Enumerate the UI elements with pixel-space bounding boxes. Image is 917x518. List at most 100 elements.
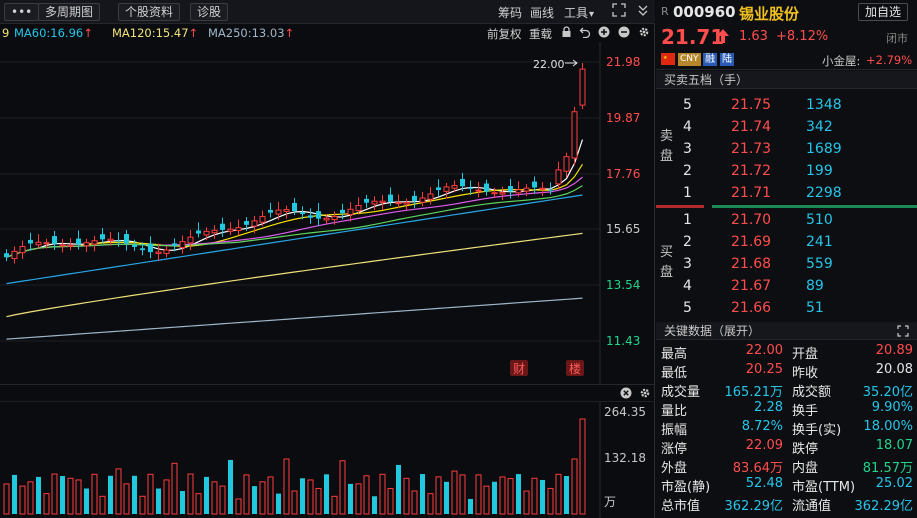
key-data-label: 最低 xyxy=(661,366,688,381)
connect-tag: 陆 xyxy=(720,53,734,66)
lock-icon[interactable] xyxy=(561,26,572,41)
draw-line-button[interactable]: 画线 xyxy=(530,4,554,21)
key-data-row: 成交量 165.21万 成交额 35.20亿 xyxy=(656,380,917,400)
close-icon[interactable] xyxy=(620,387,632,402)
volume-bar xyxy=(300,478,305,514)
candle-body xyxy=(563,156,570,172)
key-data-title[interactable]: 关键数据（展开） xyxy=(656,322,917,340)
volume-bar xyxy=(171,462,178,515)
candle-body xyxy=(28,239,33,244)
candle-body xyxy=(388,194,393,202)
key-data-label: 市盈(TTM) xyxy=(792,480,856,495)
sell-row-5[interactable]: 5 21.75 1348 xyxy=(656,94,917,116)
add-watchlist-button[interactable]: 加自选 xyxy=(858,3,909,21)
buy-row-5[interactable]: 5 21.66 51 xyxy=(656,297,917,319)
candle-body xyxy=(419,197,426,203)
price-tick-3: 15.65 xyxy=(606,222,640,236)
ma120-label: MA120:15.47↑ xyxy=(112,26,199,40)
buy-row-2[interactable]: 2 21.69 241 xyxy=(656,231,917,253)
volume-bar xyxy=(60,476,65,514)
high-marker-label: 22.00 xyxy=(533,58,565,71)
kline-chart-area[interactable]: ••• 多周期图 个股资料 诊股 筹码 画线 工具▾ 9 MA60:16.96↑… xyxy=(0,0,655,518)
orderbook-title[interactable]: 买卖五档（手） xyxy=(656,71,917,89)
candle-body xyxy=(475,189,482,192)
reload-button[interactable]: 重载 xyxy=(529,26,552,42)
zoom-in-icon[interactable] xyxy=(598,26,610,41)
ma60-label: MA60:16.96↑ xyxy=(14,26,93,40)
candle-body xyxy=(436,187,441,191)
tools-menu[interactable]: 工具▾ xyxy=(564,4,594,21)
forward-adjust-button[interactable]: 前复权 xyxy=(487,26,522,42)
zoom-out-icon[interactable] xyxy=(618,26,630,41)
price-tick-2: 17.76 xyxy=(606,167,640,181)
sell-row-1[interactable]: 1 21.71 2298 xyxy=(656,182,917,204)
sell-row-4[interactable]: 4 21.74 342 xyxy=(656,116,917,138)
fullscreen-icon[interactable] xyxy=(612,3,626,21)
sell-row-3[interactable]: 3 21.73 1689 xyxy=(656,138,917,160)
diagnose-button[interactable]: 诊股 xyxy=(190,3,229,21)
key-data-label: 成交量 xyxy=(661,385,701,400)
sell-row-2[interactable]: 2 21.72 199 xyxy=(656,160,917,182)
candle-body xyxy=(124,234,129,244)
key-data-row: 市盈(静) 52.48 市盈(TTM) 25.02 xyxy=(656,475,917,495)
candle-body xyxy=(491,192,498,195)
candle-body xyxy=(316,211,321,219)
candle-body xyxy=(35,241,42,246)
candle-body xyxy=(4,253,9,258)
expand-icon[interactable] xyxy=(897,324,909,342)
volume-bar xyxy=(115,468,122,515)
candle-body xyxy=(308,215,313,218)
key-data-value: 35.20亿 xyxy=(862,385,913,400)
buy-row-1[interactable]: 1 21.70 510 xyxy=(656,209,917,231)
key-data-value: 83.64万 xyxy=(732,461,783,476)
key-data-value: 22.09 xyxy=(745,438,783,453)
ma-lines xyxy=(6,139,584,340)
market-tag: R xyxy=(661,5,669,18)
candle-body xyxy=(460,178,465,187)
stock-name[interactable]: 锡业股份 xyxy=(739,3,799,24)
key-data-label: 昨收 xyxy=(792,366,819,381)
key-data-grid: 最高 22.00 开盘 20.89 最低 20.25 昨收 20.08 成交量 165.21万 成交… xyxy=(656,342,917,518)
candle-body xyxy=(132,244,137,247)
key-data-row: 振幅 8.72% 换手(实) 18.00% xyxy=(656,418,917,438)
candle-body xyxy=(116,240,121,242)
multi-period-button[interactable]: 多周期图 xyxy=(38,3,101,21)
volume-bar xyxy=(123,483,130,515)
candle-body xyxy=(172,243,177,247)
price-tick-4: 13.54 xyxy=(606,278,640,292)
volume-bar xyxy=(187,473,194,515)
candle-body xyxy=(523,187,530,192)
collapse-icon[interactable] xyxy=(636,3,650,21)
chips-button[interactable]: 筹码 xyxy=(498,4,522,21)
undo-icon[interactable] xyxy=(579,26,591,41)
key-data-value: 362.29亿 xyxy=(854,499,914,514)
settings-gear-icon[interactable] xyxy=(638,26,650,41)
buy-row-3[interactable]: 3 21.68 559 xyxy=(656,253,917,275)
volume-bar xyxy=(36,476,41,514)
volume-bar xyxy=(259,481,266,515)
key-data-label: 最高 xyxy=(661,347,688,362)
key-data-row: 量比 2.28 换手 9.90% xyxy=(656,399,917,419)
candle-body xyxy=(515,189,522,194)
volume-settings-icon[interactable] xyxy=(639,387,651,402)
key-data-value: 362.29亿 xyxy=(724,499,784,514)
volume-bar xyxy=(91,473,98,515)
volume-panel[interactable]: 264.35 132.18 万 xyxy=(0,384,655,518)
volume-bar xyxy=(403,477,410,515)
volume-bar xyxy=(355,483,362,515)
buy-row-4[interactable]: 4 21.67 89 xyxy=(656,275,917,297)
candlestick-chart[interactable]: 21.98 19.87 17.76 15.65 13.54 11.43 22.0… xyxy=(0,42,655,384)
more-button[interactable]: ••• xyxy=(4,3,40,21)
volume-bar xyxy=(19,485,26,515)
stock-profile-button[interactable]: 个股资料 xyxy=(118,3,181,21)
volume-bar xyxy=(108,475,113,514)
building-badge[interactable]: 楼 xyxy=(566,360,584,376)
candle-body xyxy=(76,238,81,245)
volume-bar xyxy=(307,479,314,515)
candle-body xyxy=(140,248,145,251)
volume-bar xyxy=(468,498,473,514)
volume-unit: 万 xyxy=(604,495,616,509)
finance-badge[interactable]: 财 xyxy=(510,360,528,376)
volume-bar xyxy=(291,490,298,515)
candle-body xyxy=(468,187,473,189)
